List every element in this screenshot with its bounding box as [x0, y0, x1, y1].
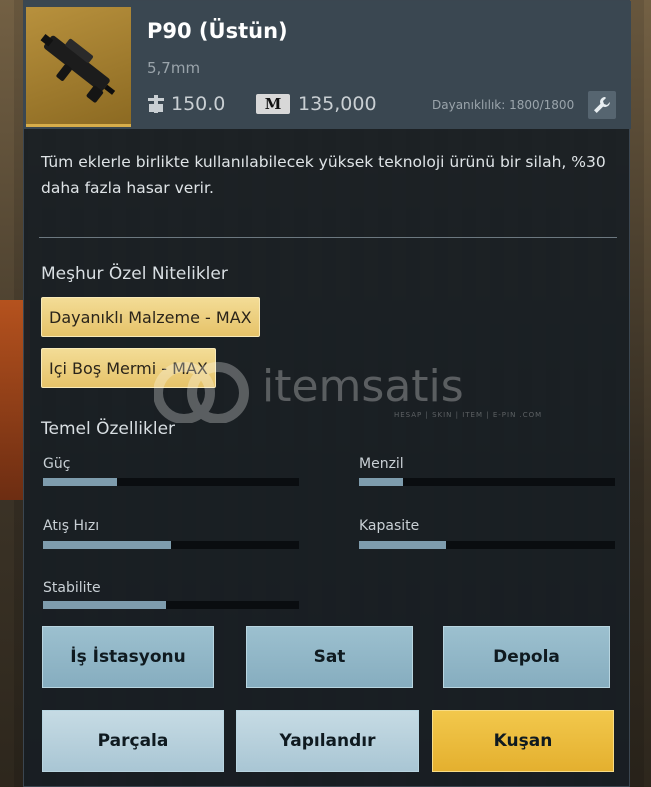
repair-button[interactable] — [588, 91, 616, 119]
stat-label-capacity: Kapasite — [359, 518, 420, 534]
stat-bar-range — [359, 478, 615, 486]
price-value: 135,000 — [298, 93, 377, 115]
watermark-subtext: HESAP | SKIN | ITEM | E-PIN .COM — [394, 411, 543, 419]
store-button[interactable]: Depola — [443, 626, 610, 688]
stat-bar-capacity — [359, 541, 615, 549]
stat-label-fire-rate: Atış Hızı — [43, 518, 100, 534]
stat-label-power: Güç — [43, 456, 71, 472]
durability-text: Dayanıklılık: 1800/1800 — [432, 98, 575, 112]
perk-badge[interactable]: Dayanıklı Malzeme - MAX — [41, 297, 260, 337]
item-weight: 150.0 — [147, 93, 225, 115]
item-description: Tüm eklerle birlikte kullanılabilecek yü… — [41, 153, 606, 197]
item-header: P90 (Üstün) 5,7mm 150.0 M 135,000 Dayanı… — [24, 1, 631, 129]
stat-bar-power — [43, 478, 299, 486]
item-title: P90 (Üstün) — [147, 19, 288, 43]
perks-title: Meşhur Özel Nitelikler — [41, 264, 228, 284]
stat-fill — [43, 478, 118, 486]
stat-fill — [359, 478, 403, 486]
sell-button[interactable]: Sat — [246, 626, 413, 688]
stat-fill — [359, 541, 447, 549]
stats-title: Temel Özellikler — [41, 419, 176, 439]
divider — [39, 237, 617, 238]
item-detail-panel: P90 (Üstün) 5,7mm 150.0 M 135,000 Dayanı… — [23, 0, 631, 787]
stat-fill — [43, 601, 166, 609]
item-thumbnail — [26, 7, 131, 127]
weight-icon — [147, 95, 165, 113]
equip-button[interactable]: Kuşan — [432, 710, 614, 772]
workstation-button[interactable]: İş İstasyonu — [42, 626, 214, 688]
stat-bar-fire-rate — [43, 541, 299, 549]
stat-label-range: Menzil — [359, 456, 404, 472]
perk-badge[interactable]: Içi Boş Mermi - MAX — [41, 348, 216, 388]
coin-icon: M — [256, 94, 290, 114]
watermark-text: itemsatis — [262, 361, 464, 412]
weight-value: 150.0 — [171, 93, 226, 115]
wrench-icon — [594, 97, 610, 113]
stat-bar-stability — [43, 601, 299, 609]
item-caliber: 5,7mm — [147, 59, 201, 77]
dismantle-button[interactable]: Parçala — [42, 710, 224, 772]
smg-icon — [40, 33, 116, 103]
item-price: M 135,000 — [256, 93, 377, 115]
stat-label-stability: Stabilite — [43, 580, 101, 596]
stat-fill — [43, 541, 171, 549]
configure-button[interactable]: Yapılandır — [236, 710, 419, 772]
